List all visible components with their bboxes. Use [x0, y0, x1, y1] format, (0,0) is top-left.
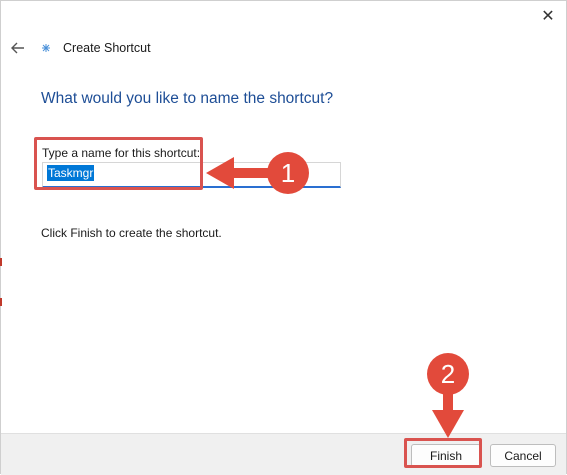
create-shortcut-window: ✕ Create Shortcut What would you like to… [0, 0, 567, 475]
back-arrow-icon [11, 42, 24, 54]
step-2-badge: 2 [427, 353, 469, 395]
finish-hint: Click Finish to create the shortcut. [41, 226, 222, 240]
step-1-badge: 1 [267, 152, 309, 194]
close-button[interactable]: ✕ [536, 5, 560, 27]
page-heading: What would you like to name the shortcut… [41, 90, 334, 107]
close-icon: ✕ [541, 8, 555, 25]
highlight-box-name-field [34, 137, 203, 190]
left-edge-marks [0, 258, 2, 306]
highlight-box-finish [404, 438, 482, 468]
window-title: Create Shortcut [63, 41, 151, 55]
back-button[interactable] [5, 36, 31, 60]
shortcut-app-icon [39, 41, 53, 55]
title-row: Create Shortcut [1, 31, 566, 65]
cancel-button[interactable]: Cancel [490, 444, 556, 467]
